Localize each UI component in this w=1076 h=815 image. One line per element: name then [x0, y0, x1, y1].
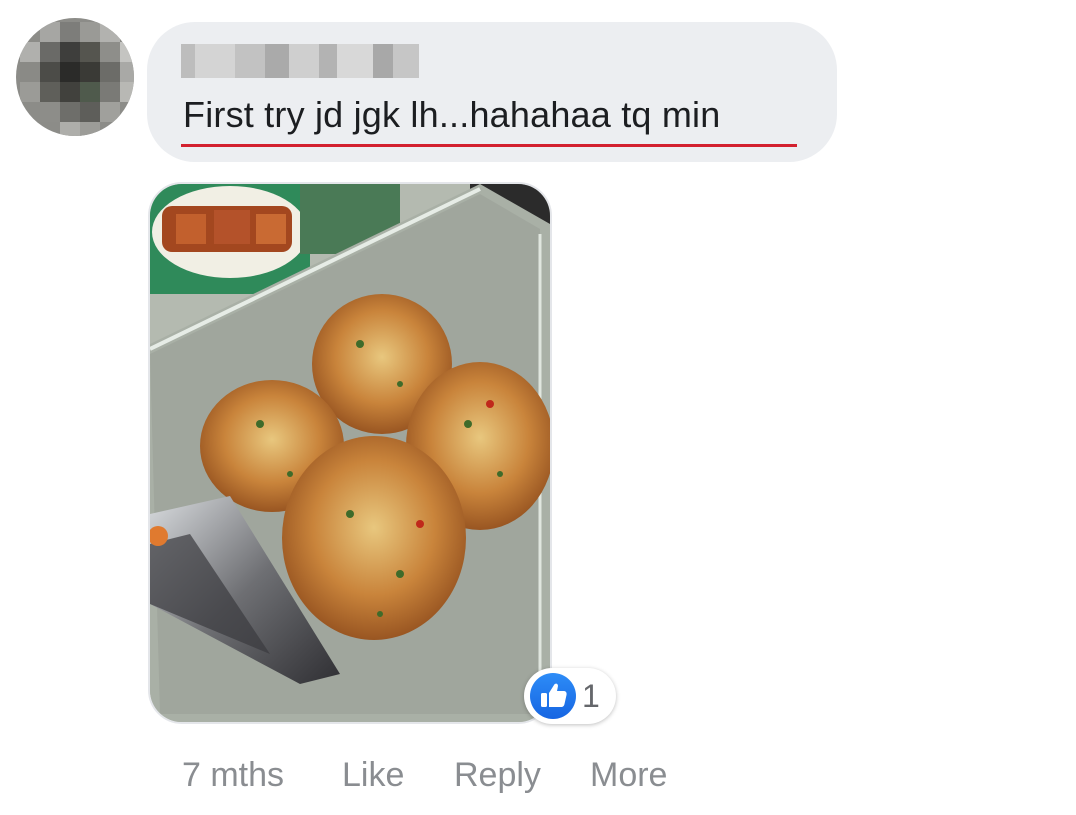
- avatar[interactable]: [16, 18, 134, 136]
- spellcheck-underline: [181, 144, 797, 147]
- author-name-redacted[interactable]: [181, 44, 421, 78]
- more-button[interactable]: More: [590, 756, 667, 795]
- comment-bubble: First try jd jgk lh...hahahaa tq min: [147, 22, 837, 162]
- timestamp[interactable]: 7 mths: [182, 756, 284, 795]
- reaction-badge[interactable]: 1: [524, 668, 616, 724]
- attached-photo[interactable]: [148, 182, 552, 724]
- food-photo-illustration: [150, 184, 550, 722]
- reaction-count: 1: [582, 678, 600, 714]
- like-button[interactable]: Like: [342, 756, 404, 795]
- comment-text: First try jd jgk lh...hahahaa tq min: [183, 94, 721, 135]
- reply-button[interactable]: Reply: [454, 756, 541, 795]
- thumbs-up-icon: [530, 673, 576, 719]
